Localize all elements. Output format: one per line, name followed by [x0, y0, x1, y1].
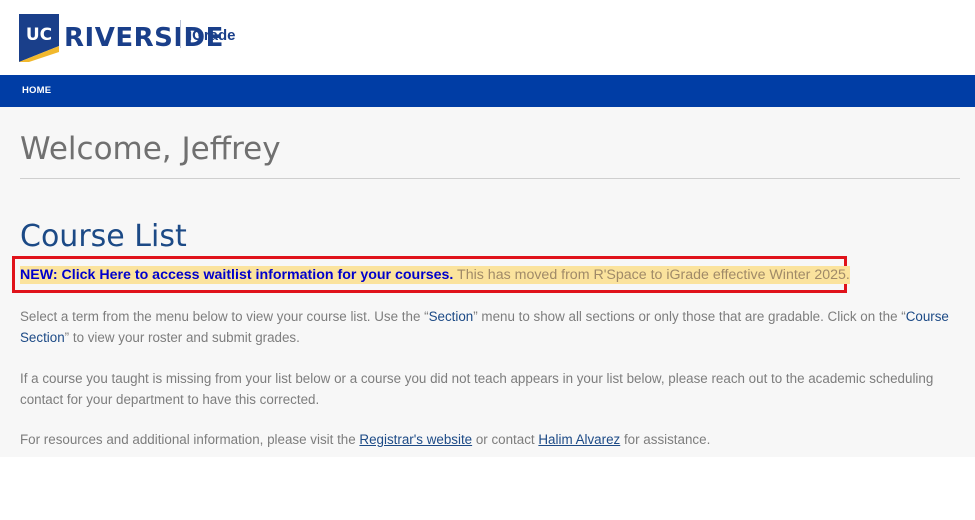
page-title: Course List	[20, 219, 187, 254]
instructions-text: Select a term from the menu below to vie…	[20, 309, 429, 324]
uc-mark-icon: UC	[19, 14, 59, 62]
main-nav: HOME	[0, 75, 975, 107]
section-term: Section	[428, 309, 474, 324]
logo-divider	[180, 20, 181, 48]
notice-text: This has moved from R'Space to iGrade ef…	[453, 267, 850, 283]
instructions-paragraph: Select a term from the menu below to vie…	[20, 306, 950, 348]
uc-mark-text: UC	[26, 25, 52, 45]
welcome-heading: Welcome, Jeffrey	[20, 131, 281, 167]
uc-logo-mark: UC	[19, 14, 59, 62]
missing-course-paragraph: If a course you taught is missing from y…	[20, 371, 934, 407]
registrar-website-link[interactable]: Registrar's website	[359, 432, 472, 447]
app-name: iGrade	[188, 27, 236, 44]
waitlist-link[interactable]: NEW: Click Here to access waitlist infor…	[20, 267, 453, 283]
nav-home-link[interactable]: HOME	[22, 85, 51, 96]
main-content: Welcome, Jeffrey Course List NEW: Click …	[0, 107, 975, 457]
instructions-text: ” menu to show all sections or only thos…	[473, 309, 906, 324]
resources-text: for assistance.	[620, 432, 711, 447]
instructions-text: ” to view your roster and submit grades.	[64, 330, 300, 345]
site-header: UC RIVERSIDE iGrade	[0, 0, 975, 75]
waitlist-notice: NEW: Click Here to access waitlist infor…	[20, 266, 850, 284]
resources-text: For resources and additional information…	[20, 432, 360, 447]
resources-text: or contact	[472, 432, 539, 447]
contact-link[interactable]: Halim Alvarez	[538, 432, 620, 447]
divider	[20, 178, 960, 179]
resources-paragraph: For resources and additional information…	[20, 429, 950, 450]
